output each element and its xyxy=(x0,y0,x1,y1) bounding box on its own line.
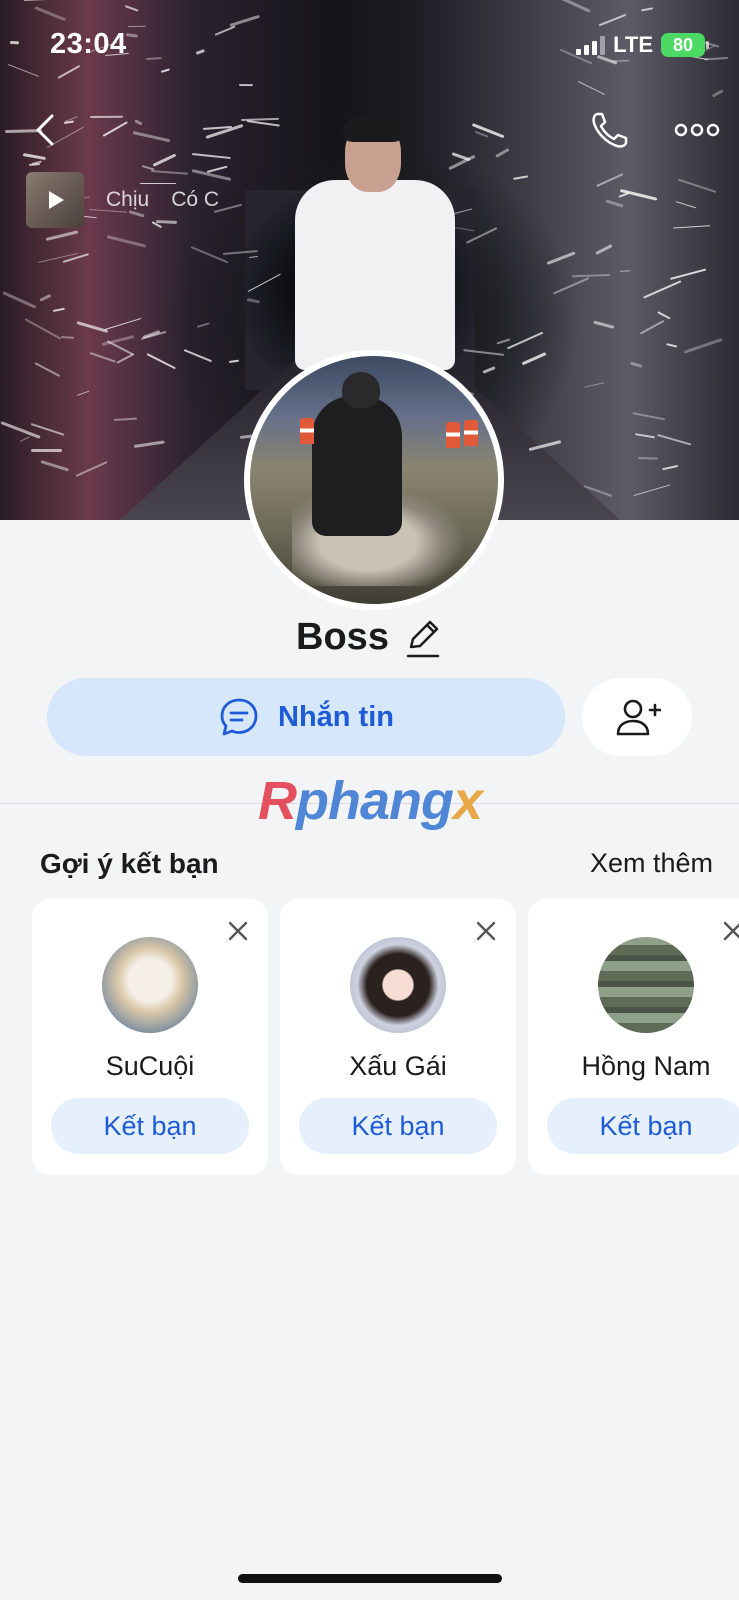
signal-icon xyxy=(576,35,606,55)
suggestion-name: Xấu Gái xyxy=(349,1051,447,1081)
chevron-left-icon xyxy=(36,114,54,146)
profile-name: Boss xyxy=(296,616,389,658)
avatar[interactable] xyxy=(350,937,446,1033)
status-bar: 23:04 LTE 80 xyxy=(0,0,739,90)
friend-suggestions-title: Gợi ý kết bạn xyxy=(40,848,219,879)
more-options-button[interactable] xyxy=(672,110,722,150)
avatar[interactable] xyxy=(102,937,198,1033)
phone-icon xyxy=(592,112,628,148)
message-button[interactable]: Nhắn tin xyxy=(47,678,565,756)
close-icon[interactable] xyxy=(721,919,739,943)
add-friend-button[interactable]: Kết bạn xyxy=(299,1098,497,1154)
add-friend-button[interactable]: Kết bạn xyxy=(51,1098,249,1154)
chat-bubble-icon xyxy=(220,698,258,736)
see-more-link[interactable]: Xem thêm xyxy=(590,848,713,879)
network-type: LTE xyxy=(613,32,653,57)
add-friend-button[interactable] xyxy=(582,678,692,756)
close-icon[interactable] xyxy=(474,919,498,943)
avatar-rider xyxy=(312,396,402,536)
profile-avatar[interactable] xyxy=(244,350,504,610)
edit-pencil-icon[interactable] xyxy=(403,617,443,659)
close-icon[interactable] xyxy=(226,919,250,943)
music-lyric-line: Có C xyxy=(171,188,220,211)
cover-person xyxy=(295,110,455,370)
suggestion-name: Hồng Nam xyxy=(581,1051,711,1081)
watermark-logo: Rphangx xyxy=(258,771,483,831)
call-button[interactable] xyxy=(588,108,632,152)
battery-level: 80 xyxy=(672,34,694,55)
home-indicator[interactable] xyxy=(238,1574,502,1583)
suggestion-card[interactable]: Hồng Nam Kết bạn xyxy=(528,899,739,1175)
suggestion-card[interactable]: Xấu Gái Kết bạn xyxy=(280,899,516,1175)
status-time: 23:04 xyxy=(50,28,127,60)
suggestion-card[interactable]: SuCuội Kết bạn xyxy=(32,899,268,1175)
suggestion-name: SuCuội xyxy=(105,1051,195,1081)
battery-icon: 80 xyxy=(661,33,709,57)
avatar[interactable] xyxy=(598,937,694,1033)
profile-name-row: Boss xyxy=(0,616,739,659)
add-user-icon xyxy=(616,699,661,736)
message-button-label: Nhắn tin xyxy=(278,700,394,733)
music-thumbnail[interactable] xyxy=(26,172,84,228)
more-dots-icon xyxy=(674,123,720,137)
music-lyric-line: Chịu xyxy=(106,188,150,211)
cover-music-player[interactable]: Chịu Có C xyxy=(26,172,219,228)
play-icon xyxy=(49,191,64,209)
back-button[interactable] xyxy=(28,108,68,152)
add-friend-button[interactable]: Kết bạn xyxy=(547,1098,739,1154)
